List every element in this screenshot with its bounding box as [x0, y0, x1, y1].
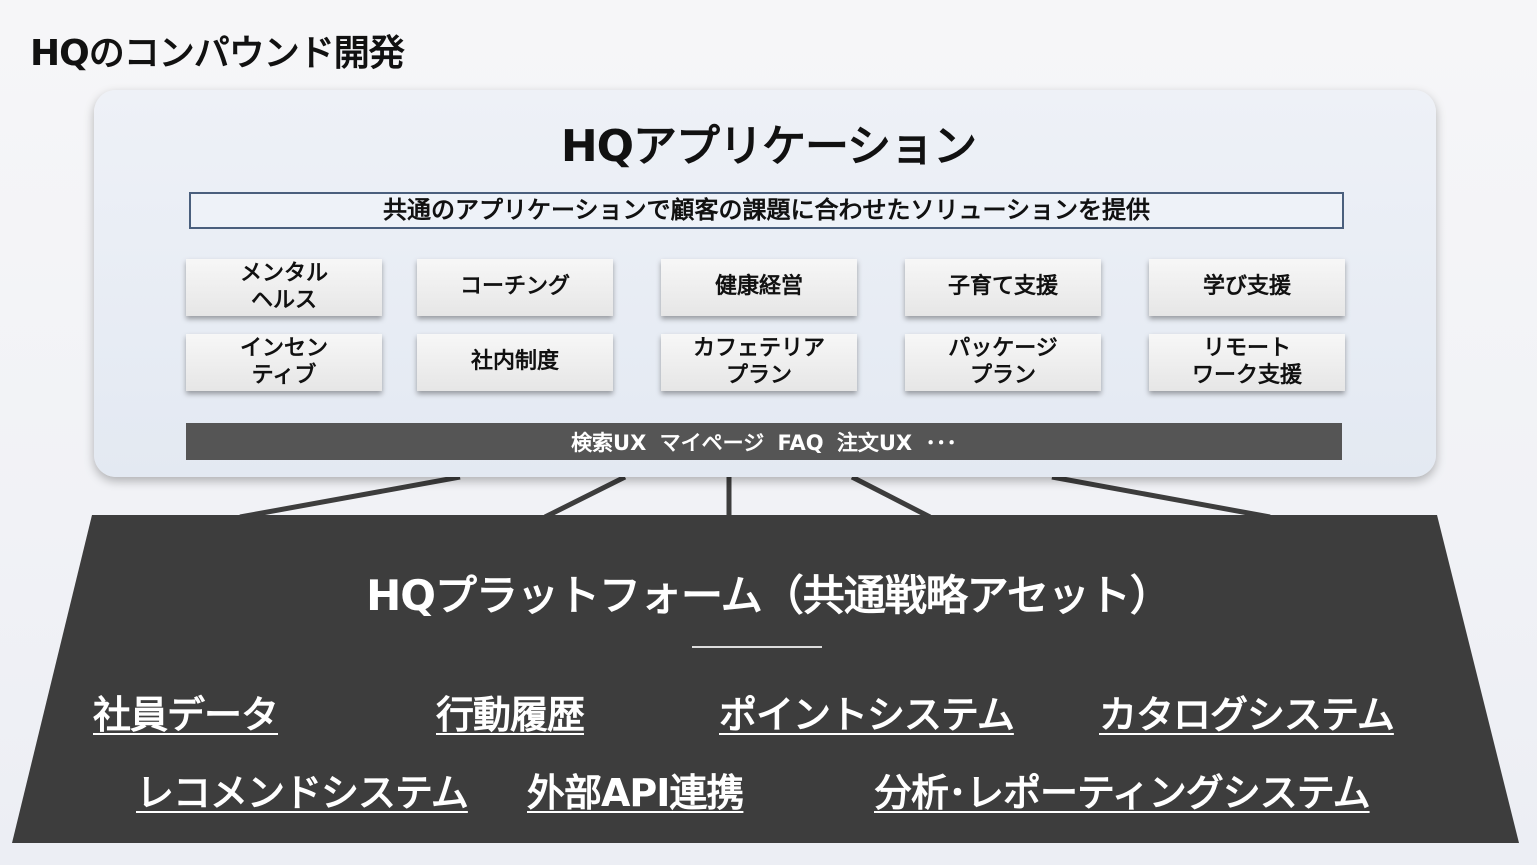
asset-analytics-reporting[interactable]: 分析･レポーティングシステム [874, 762, 1371, 817]
solution-learning-support: 学び支援 [1149, 259, 1345, 316]
asset-employee-data[interactable]: 社員データ [93, 684, 279, 739]
chip-label: 子育て支援 [947, 274, 1058, 300]
chip-label: メンタル [239, 261, 328, 287]
platform-title: HQプラットフォーム（共通戦略アセット） [366, 571, 1172, 620]
asset-behavior-history[interactable]: 行動履歴 [436, 684, 585, 739]
solution-cafeteria-plan: カフェテリア プラン [661, 334, 857, 391]
asset-external-api[interactable]: 外部API連携 [527, 762, 744, 817]
asset-catalog-system[interactable]: カタログシステム [1099, 684, 1395, 739]
solution-mental-health: メンタル ヘルス [186, 259, 382, 316]
solution-incentive: インセン ティブ [186, 334, 382, 391]
asset-point-system[interactable]: ポイントシステム [719, 684, 1015, 739]
application-description: 共通のアプリケーションで顧客の課題に合わせたソリューションを提供 [189, 192, 1344, 229]
chip-label: 学び支援 [1202, 274, 1291, 300]
chip-label: コーチング [459, 274, 570, 300]
application-title: HQアプリケーション [560, 121, 977, 172]
chip-label: リモート [1202, 336, 1291, 362]
connector-line [239, 474, 461, 520]
solution-package-plan: パッケージ プラン [905, 334, 1101, 391]
chip-label: 社内制度 [470, 349, 559, 375]
common-ux-bar: 検索UX マイページ FAQ 注文UX ･･･ [186, 423, 1342, 460]
connector-line [1051, 474, 1271, 520]
chip-label: カフェテリア [692, 336, 825, 362]
chip-label: プラン [969, 362, 1036, 388]
chip-label: インセン [239, 336, 328, 362]
chip-label: プラン [725, 362, 792, 388]
chip-label: ティブ [251, 362, 317, 388]
solution-childcare-support: 子育て支援 [905, 259, 1101, 316]
solution-remote-work: リモート ワーク支援 [1149, 334, 1345, 391]
chip-label: パッケージ [948, 336, 1058, 362]
solution-coaching: コーチング [417, 259, 613, 316]
chip-label: ヘルス [250, 287, 317, 313]
connector-line [543, 474, 627, 520]
asset-recommend-system[interactable]: レコメンドシステム [136, 762, 469, 817]
divider [692, 646, 822, 648]
solution-internal-system: 社内制度 [417, 334, 613, 391]
chip-label: 健康経営 [714, 274, 803, 300]
solution-health-management: 健康経営 [661, 259, 857, 316]
connector-line [850, 474, 932, 520]
chip-label: ワーク支援 [1191, 362, 1302, 388]
